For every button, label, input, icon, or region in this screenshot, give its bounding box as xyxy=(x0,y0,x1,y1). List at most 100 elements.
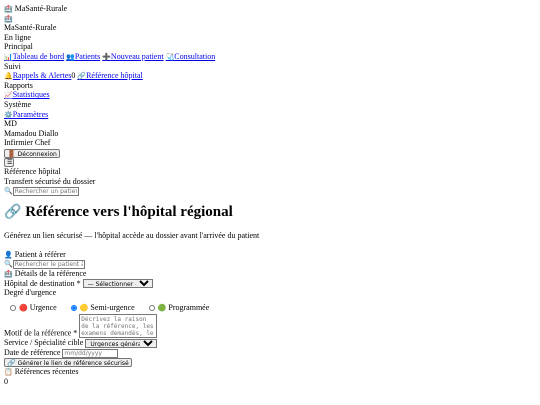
yellow-circle-icon: 🟡 xyxy=(79,303,89,312)
hospital-label: Hôpital de destination * xyxy=(4,278,81,288)
service-label: Service / Spécialité cible xyxy=(4,338,84,348)
sidebar-logo: 🏥 MaSanté-Rurale xyxy=(4,4,540,14)
nav-stats-label: Statistiques xyxy=(12,90,50,100)
logout-label: Déconnexion xyxy=(17,150,57,158)
nav-consultation-label: Consultation xyxy=(174,51,216,61)
gear-icon: ⚙️ xyxy=(4,110,13,119)
green-circle-icon: 🟢 xyxy=(157,303,167,312)
nav-rapports: 📈Statistiques xyxy=(4,90,540,100)
nav-referral[interactable]: 🔗Référence hôpital xyxy=(77,71,142,80)
user-name: Mamadou Diallo xyxy=(4,128,59,138)
section-systeme: Système xyxy=(4,99,32,109)
service-select[interactable]: Urgences générales xyxy=(85,339,158,348)
urgency-option-urgence[interactable]: 🔴 Urgence xyxy=(10,303,57,312)
generate-link-label: Générer le lien de référence sécurisé xyxy=(17,360,129,368)
reminders-badge: 0 xyxy=(71,71,76,81)
urgency-option-programmee[interactable]: 🟢 Programmée xyxy=(148,302,210,312)
stethoscope-icon: 🩺 xyxy=(165,52,175,61)
nav-referral-label: Référence hôpital xyxy=(86,71,143,81)
search-icon: 🔍 xyxy=(4,260,13,269)
recent-count: 0 xyxy=(4,376,8,386)
link-icon: 🔗 xyxy=(77,72,87,81)
nav-reminders-label: Rappels & Alertes xyxy=(12,71,72,81)
service-row: Service / Spécialité cible Urgences géné… xyxy=(4,338,540,348)
recent-section-label: Références récentes xyxy=(14,367,79,377)
menu-row: ☰ xyxy=(4,158,540,168)
link-icon: 🔗 xyxy=(7,359,16,368)
section-principal: Principal xyxy=(4,42,33,52)
sidebar: 🏥 MaSanté-Rurale 🏥 MaSanté-Rurale En lig… xyxy=(4,4,540,158)
date-row: Date de référence xyxy=(4,348,540,358)
urgency-label: Degré d'urgence xyxy=(4,288,57,298)
main-content: 🔗 Référence vers l'hôpital régional Géné… xyxy=(4,203,540,386)
nav-new-patient-label: Nouveau patient xyxy=(110,51,164,61)
urgency-semi-label: Semi-urgence xyxy=(90,302,135,312)
nav-settings-label: Paramètres xyxy=(12,109,49,119)
recent-section-header: 📋 Références récentes xyxy=(4,367,540,377)
nav-new-patient[interactable]: ➕Nouveau patient xyxy=(102,52,163,61)
generate-row: 🔗 Générer le lien de référence sécurisé xyxy=(4,358,540,368)
hospital-icon: 🏥 xyxy=(4,269,13,278)
nav-systeme: ⚙️Paramètres xyxy=(4,110,540,120)
logout-button[interactable]: 🚪 Déconnexion xyxy=(4,148,60,158)
trend-icon: 📈 xyxy=(4,91,13,100)
page-title: 🔗 Référence vers l'hôpital régional xyxy=(4,203,540,221)
nav-stats[interactable]: 📈Statistiques xyxy=(4,90,50,99)
users-icon: 👥 xyxy=(66,52,75,61)
menu-icon: ☰ xyxy=(7,159,13,167)
nav-settings[interactable]: ⚙️Paramètres xyxy=(4,110,48,119)
urgency-option-semi[interactable]: 🟡 Semi-urgence xyxy=(70,302,135,312)
topbar-title: Référence hôpital xyxy=(4,167,61,177)
urgency-radio-programmee[interactable] xyxy=(148,304,155,311)
hospital-row: Hôpital de destination * — Sélectionner … xyxy=(4,279,540,289)
sidebar-logo-alt: 🏥 xyxy=(4,14,540,24)
nav-principal: 📊Tableau de bord 👥Patients ➕Nouveau pati… xyxy=(4,52,540,62)
urgency-urgence-label: Urgence xyxy=(29,302,57,312)
nav-patients-label: Patients xyxy=(74,51,101,61)
patient-section-label: Patient à référer xyxy=(14,249,66,259)
logo-text: MaSanté-Rurale xyxy=(14,4,68,13)
section-rapports: Rapports xyxy=(4,80,33,90)
plus-icon: ➕ xyxy=(102,52,111,61)
search-icon: 🔍 xyxy=(4,187,13,196)
avatar: MD xyxy=(4,119,17,129)
user-icon: 👤 xyxy=(4,250,13,259)
urgency-programmee-label: Programmée xyxy=(168,302,210,312)
nav-dashboard[interactable]: 📊Tableau de bord xyxy=(4,52,64,61)
generate-link-button[interactable]: 🔗 Générer le lien de référence sécurisé xyxy=(4,358,132,368)
user-role: Infirmier Chef xyxy=(4,138,51,148)
hospital-select[interactable]: — Sélectionner — xyxy=(82,279,153,289)
topbar: ☰ Référence hôpital Transfert sécurisé d… xyxy=(4,158,540,197)
nav-patients[interactable]: 👥Patients xyxy=(66,52,100,61)
link-icon: 🔗 xyxy=(4,204,22,221)
patient-section-header: 👤 Patient à référer xyxy=(4,250,540,260)
menu-toggle-button[interactable]: ☰ xyxy=(4,158,14,168)
door-icon: 🚪 xyxy=(7,149,16,158)
hospital-icon: 🏥 xyxy=(4,14,13,23)
date-input[interactable] xyxy=(62,348,119,358)
details-section-header: 🏥 Détails de la référence xyxy=(4,269,540,279)
urgency-radio-urgence[interactable] xyxy=(10,304,16,311)
nav-suivi: 🔔Rappels & Alertes0 🔗Référence hôpital xyxy=(4,71,540,81)
page-title-text: Référence vers l'hôpital régional xyxy=(25,204,233,221)
nav-reminders[interactable]: Rappels & Alertes xyxy=(13,71,72,80)
clipboard-icon: 📋 xyxy=(4,368,13,377)
section-suivi: Suivi xyxy=(4,61,21,71)
global-search-input[interactable] xyxy=(12,187,79,197)
motif-label: Motif de la référence * xyxy=(4,328,78,338)
date-label: Date de référence xyxy=(4,348,61,357)
patient-search-row: 🔍 xyxy=(4,259,540,269)
logout-row: 🚪 Déconnexion xyxy=(4,148,540,158)
patient-search-input[interactable] xyxy=(12,259,85,269)
nav-consultation[interactable]: 🩺Consultation xyxy=(166,52,216,61)
chart-icon: 📊 xyxy=(4,52,13,61)
hospital-icon: 🏥 xyxy=(4,5,13,13)
motif-row: Motif de la référence * xyxy=(4,314,540,339)
page-description: Générez un lien sécurisé — l'hôpital acc… xyxy=(4,231,260,241)
brand-name: MaSanté-Rurale xyxy=(4,23,57,33)
urgency-radio-semi[interactable] xyxy=(70,304,77,311)
connection-status: En ligne xyxy=(4,32,31,42)
motif-textarea[interactable] xyxy=(79,314,158,339)
red-circle-icon: 🔴 xyxy=(19,303,28,312)
urgency-radio-group: 🔴 Urgence 🟡 Semi-urgence 🟢 Programmée xyxy=(10,303,540,313)
